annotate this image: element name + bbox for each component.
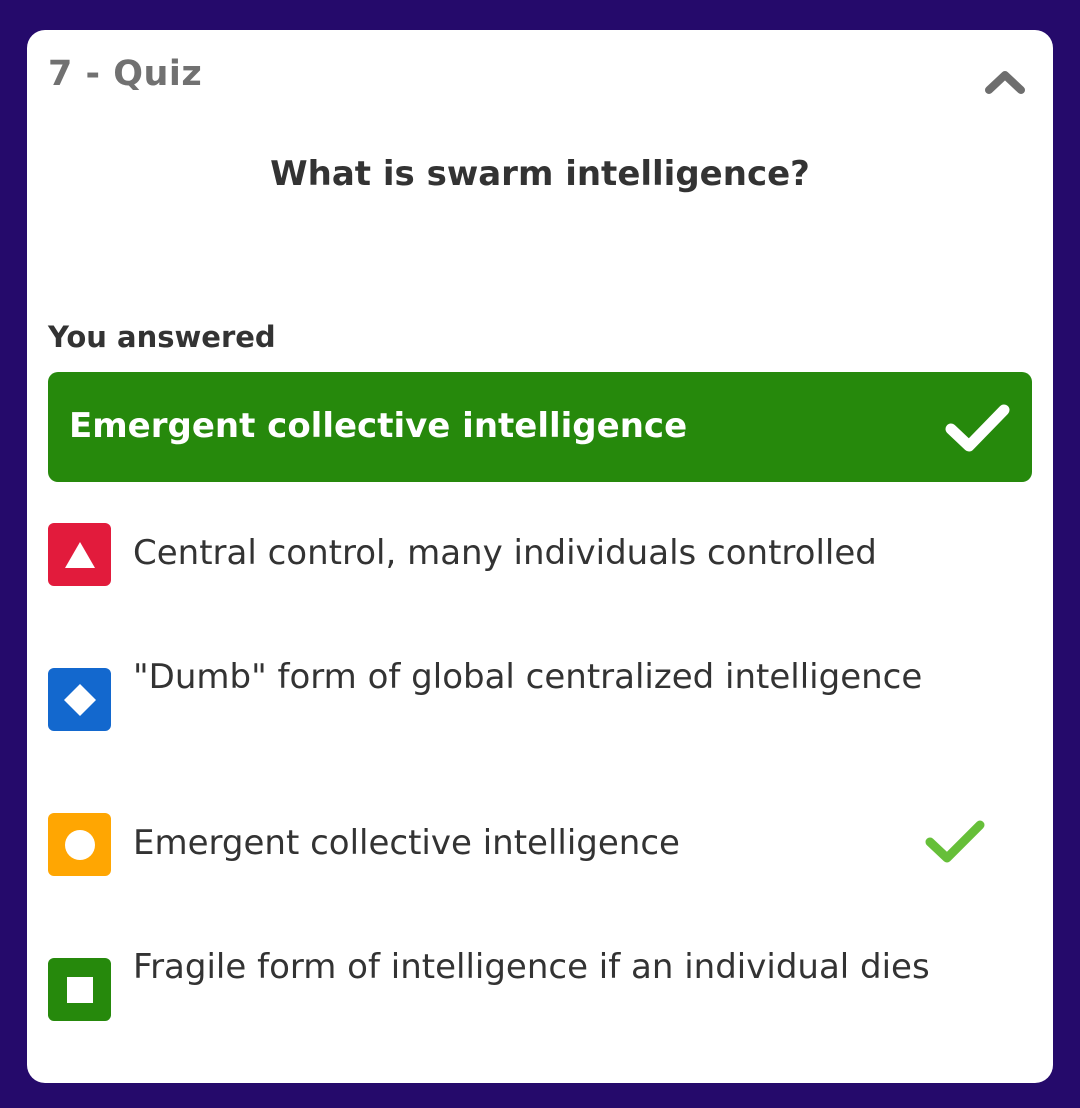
square-icon — [66, 976, 93, 1003]
question-text: What is swarm intelligence? — [270, 154, 810, 194]
checkmark-icon — [945, 404, 1010, 452]
option-circle: Emergent collective intelligence — [48, 813, 1032, 876]
circle-icon — [64, 829, 95, 860]
diamond-badge — [48, 668, 111, 731]
selected-answer-box: Emergent collective intelligence — [48, 372, 1032, 482]
square-badge — [48, 958, 111, 1021]
quiz-card: 7 - Quiz What is swarm intelligence? You… — [27, 30, 1053, 1083]
quiz-title: 7 - Quiz — [48, 54, 203, 94]
you-answered-label: You answered — [48, 320, 276, 354]
option-text: Emergent collective intelligence — [133, 823, 680, 863]
option-text: Central control, many individuals contro… — [133, 533, 877, 573]
triangle-badge — [48, 523, 111, 586]
option-text: "Dumb" form of global centralized intell… — [133, 657, 923, 697]
diamond-icon — [63, 683, 96, 716]
option-square: Fragile form of intelligence if an indiv… — [48, 947, 1032, 1038]
selected-answer-text: Emergent collective intelligence — [69, 406, 688, 446]
chevron-up-icon — [985, 71, 1025, 94]
option-diamond: "Dumb" form of global centralized intell… — [48, 657, 1032, 748]
option-text: Fragile form of intelligence if an indiv… — [133, 947, 930, 987]
triangle-icon — [64, 541, 95, 568]
circle-badge — [48, 813, 111, 876]
collapse-button[interactable] — [985, 66, 1025, 96]
option-triangle: Central control, many individuals contro… — [48, 523, 1032, 586]
correct-checkmark-icon — [925, 820, 985, 863]
